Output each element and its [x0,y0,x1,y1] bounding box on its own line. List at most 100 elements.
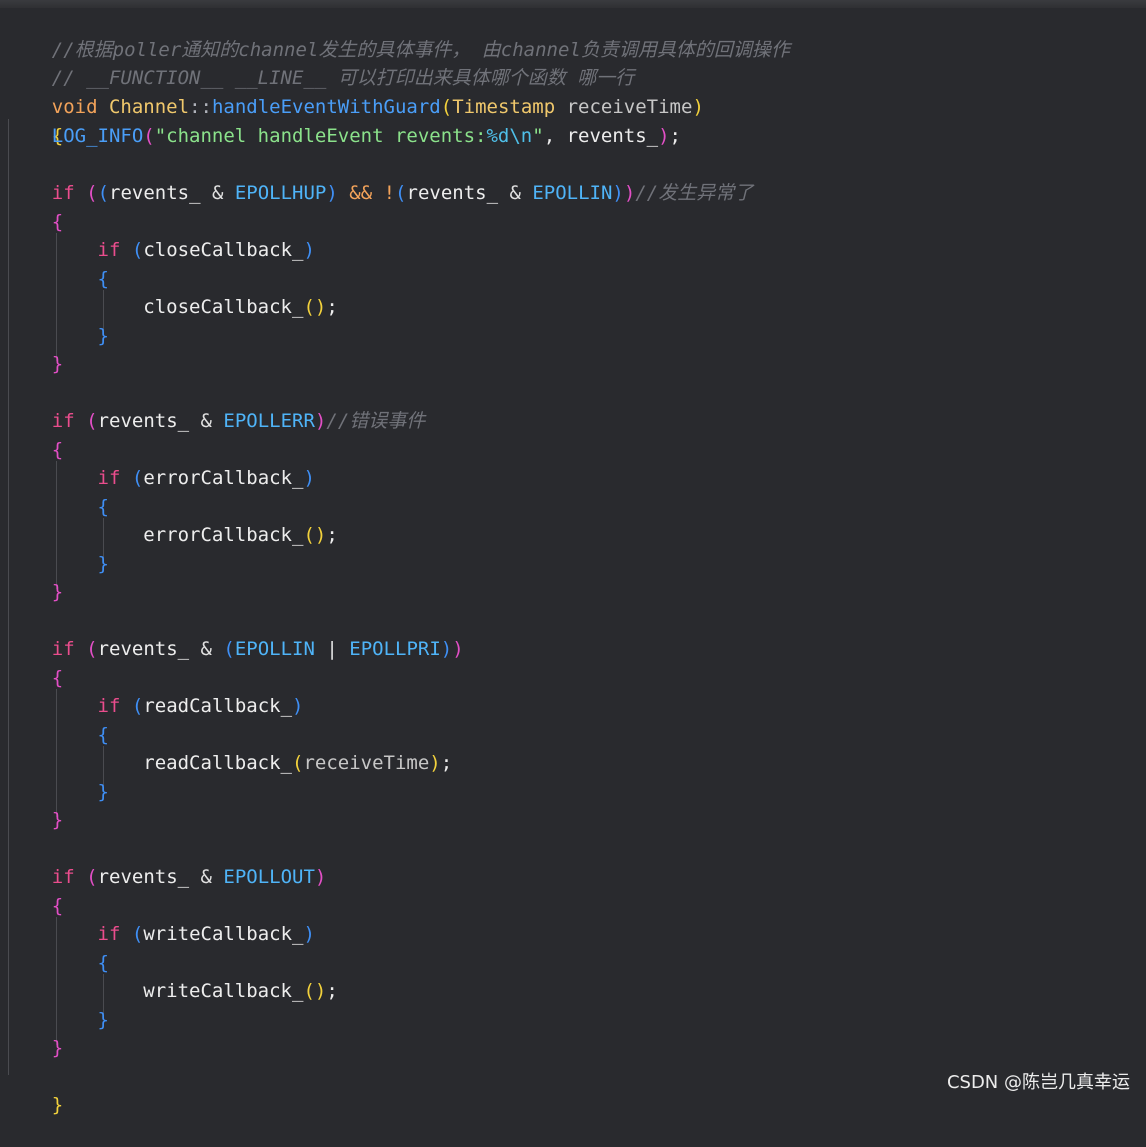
code-line-32: { [6,892,63,920]
paren-open: ( [86,638,98,660]
call-paren-close: ) [429,752,441,774]
code-line-36: } [6,1006,109,1034]
code-line-13: } [6,350,63,378]
code-line-17: if (errorCallback_) [6,464,315,492]
paren-close: ) [612,182,624,204]
bitand-operator: & [498,182,533,204]
code-line-34: { [6,949,109,977]
paren-open: ( [131,467,144,489]
bitand-operator: & [189,866,224,888]
brace-close: } [97,1009,109,1031]
code-line-21: } [6,578,63,606]
brace-close: } [97,325,109,347]
scope-operator: :: [189,96,212,118]
receive-time-arg: receiveTime [303,752,430,774]
code-line-4: { [6,94,63,147]
code-line-29: } [6,806,63,834]
log-semicolon: ; [669,125,681,147]
call-paren-open: ( [292,752,304,774]
bitand-operator: & [189,410,224,432]
paren-open: ( [131,923,144,945]
log-string-start: "channel handleEvent revents: [154,125,487,147]
code-line-19: errorCallback_(); [6,521,338,549]
revents-var: revents_ [97,638,190,660]
semicolon: ; [440,752,453,774]
if-keyword: if [97,695,121,717]
log-paren-close: ) [658,125,670,147]
revents-var: revents_ [97,410,190,432]
log-args: , revents_ [543,125,659,147]
error-callback-call: errorCallback_ [143,524,304,546]
if-keyword: if [97,923,121,945]
if-keyword: if [97,239,121,261]
bitand-operator: & [200,182,235,204]
call-parens: () [303,980,327,1002]
paren-open: ( [131,695,144,717]
param-type: Timestamp [452,96,556,118]
paren-close: ) [326,182,338,204]
code-line-15: if (revents_ & EPOLLERR)//错误事件 [6,407,426,435]
brace-open: { [51,895,64,917]
if-keyword: if [97,467,121,489]
revents-var: revents_ [97,866,190,888]
paren-close: ) [314,410,327,432]
log-macro: LOG_INFO [51,125,144,147]
bitor-operator: | [314,638,350,660]
brace-close: } [51,809,64,831]
code-line-12: } [6,322,109,350]
class-name: Channel [108,96,190,118]
write-callback-call: writeCallback_ [143,980,304,1002]
paren-open: ( [97,182,110,204]
code-line-26: { [6,721,109,749]
brace-open: { [97,496,109,518]
semicolon: ; [326,296,338,318]
epollout-const: EPOLLOUT [223,866,315,888]
not-operator: ! [383,182,396,204]
code-line-2: // __FUNCTION__ __LINE__ 可以打印出来具体哪个函数 哪一… [6,36,634,89]
epollpri-const: EPOLLPRI [349,638,441,660]
paren-open: ( [86,866,98,888]
paren-close: ) [452,638,464,660]
code-line-5: LOG_INFO("channel handleEvent revents:%d… [6,122,681,150]
close-callback-member: closeCallback_ [143,239,304,261]
semicolon: ; [326,980,338,1002]
code-line-27: readCallback_(receiveTime); [6,749,452,777]
brace-open: { [51,439,64,461]
brace-open: { [51,667,64,689]
code-line-38: } [6,1063,63,1116]
brace-open: { [97,724,109,746]
semicolon: ; [326,524,338,546]
editor-top-strip-accent [0,0,1146,8]
code-line-20: } [6,550,109,578]
read-callback-member: readCallback_ [143,695,293,717]
function-brace-close: } [51,1094,64,1116]
brace-close: } [97,553,109,575]
code-line-18: { [6,493,109,521]
param-name: receiveTime [566,96,693,118]
code-line-33: if (writeCallback_) [6,920,315,948]
epollerr-const: EPOLLERR [223,410,315,432]
code-line-10: { [6,265,109,293]
code-line-11: closeCallback_(); [6,293,338,321]
code-line-1: //根据poller通知的channel发生的具体事件， 由channel负责调… [6,8,790,61]
csdn-watermark: CSDN @陈岂几真幸运 [946,1072,1130,1093]
if-keyword: if [51,410,75,432]
code-line-7: if ((revents_ & EPOLLHUP) && !(revents_ … [6,179,753,207]
brace-open: { [97,268,109,290]
comment-error-event: //错误事件 [326,410,426,432]
read-callback-call: readCallback_ [143,752,292,774]
paren-close: ) [303,923,315,945]
revents-var: revents_ [109,182,201,204]
code-line-23: if (revents_ & (EPOLLIN | EPOLLPRI)) [6,635,464,663]
brace-close: } [51,581,64,603]
code-editor[interactable]: //根据poller通知的channel发生的具体事件， 由channel负责调… [0,8,1146,1116]
paren-close: ) [692,96,704,118]
paren-close: ) [292,695,304,717]
bitand-operator: & [189,638,224,660]
call-parens: () [303,524,327,546]
if-keyword: if [51,866,75,888]
paren-open: ( [131,239,144,261]
code-line-25: if (readCallback_) [6,692,304,720]
code-line-24: { [6,664,63,692]
code-line-35: writeCallback_(); [6,977,338,1005]
